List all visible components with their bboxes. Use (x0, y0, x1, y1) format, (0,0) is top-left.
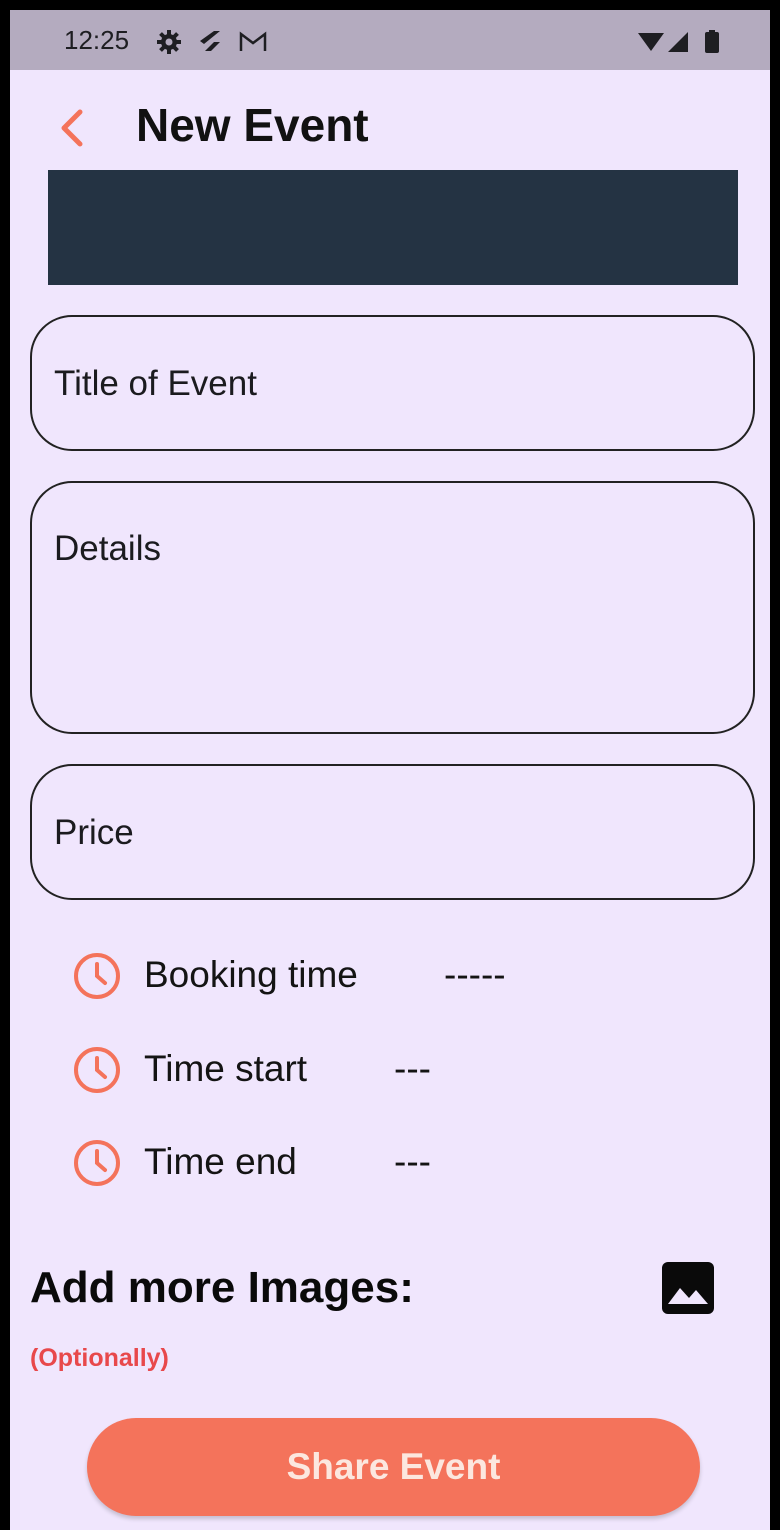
back-button[interactable] (54, 104, 98, 152)
details-placeholder: Details (54, 529, 161, 568)
title-field[interactable]: Title of Event (30, 315, 755, 451)
time-end-label: Time end (144, 1141, 297, 1182)
gear-icon (157, 30, 181, 54)
title-placeholder: Title of Event (54, 364, 257, 403)
status-icons-right (638, 30, 719, 53)
optional-note: (Optionally) (30, 1344, 169, 1372)
booking-time-value: ----- (444, 954, 506, 995)
status-time: 12:25 (64, 25, 130, 55)
event-banner (48, 170, 738, 285)
battery-icon (705, 30, 719, 53)
image-icon[interactable] (660, 1260, 716, 1316)
page-title: New Event (136, 99, 369, 151)
add-images-heading: Add more Images: (30, 1263, 414, 1312)
price-field[interactable]: Price (30, 764, 755, 900)
chevron-left-icon (61, 109, 83, 147)
share-event-button[interactable]: Share Event (87, 1418, 700, 1516)
flutter-icon (200, 31, 220, 51)
signal-icon (668, 32, 688, 52)
clock-icon (74, 1047, 120, 1093)
clock-icon (74, 1140, 120, 1186)
wifi-icon (638, 33, 664, 51)
clock-icon (74, 953, 120, 999)
status-bar: 12:25 (10, 10, 770, 70)
time-start-label: Time start (144, 1048, 308, 1089)
screen: 12:25 New Event Title of Event Details P… (10, 10, 770, 1530)
price-placeholder: Price (54, 813, 134, 852)
gmail-icon (239, 31, 267, 51)
booking-time-label: Booking time (144, 954, 358, 995)
status-icons-left (157, 30, 267, 54)
time-end-value: --- (394, 1141, 431, 1182)
details-field[interactable]: Details (30, 481, 755, 734)
time-start-value: --- (394, 1048, 431, 1089)
